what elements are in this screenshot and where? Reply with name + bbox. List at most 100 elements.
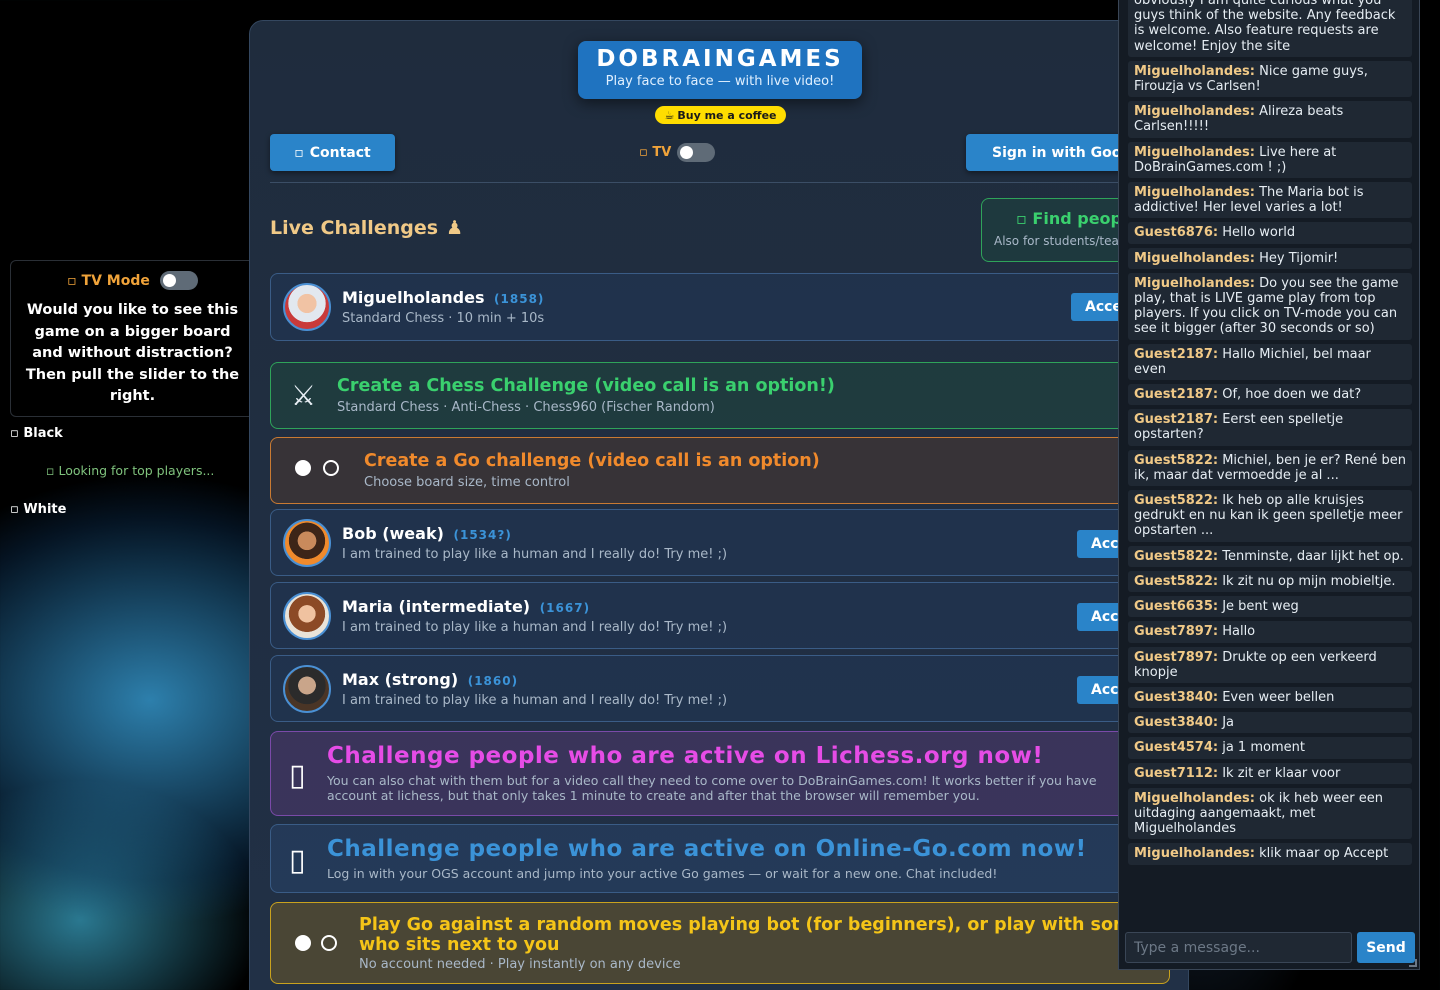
ogs-challenge-card[interactable]: ▯ Challenge people who are active on Onl…	[270, 824, 1170, 893]
chat-text: Ja	[1222, 715, 1235, 731]
chat-username: Miguelholandes:	[1134, 63, 1255, 79]
create-go-challenge[interactable]: Create a Go challenge (video call is an …	[270, 437, 1170, 504]
lichess-line-1: You can also chat with them but for a vi…	[327, 773, 1097, 788]
black-player-label: ▫ Black	[10, 426, 63, 441]
challenge-details: Standard Chess · 10 min + 10s	[342, 311, 545, 326]
live-challenge-card[interactable]: Miguelholandes (1858) Standard Chess · 1…	[270, 273, 1170, 341]
chat-username: Guest3840:	[1134, 715, 1219, 731]
tv-mode-header: ▫ TV Mode	[11, 271, 254, 290]
send-button[interactable]: Send	[1357, 932, 1415, 963]
tv-mode-label-text: TV Mode	[81, 272, 150, 289]
buy-coffee-button[interactable]: ☕ Buy me a coffee	[655, 106, 786, 124]
chat-username: Guest6635:	[1134, 599, 1219, 615]
chat-username: Guest3840:	[1134, 689, 1219, 705]
tv-mode-panel: ▫ TV Mode Would you like to see this gam…	[10, 260, 255, 417]
chat-username: Guest2187:	[1134, 387, 1219, 403]
chat-username: Miguelholandes:	[1134, 250, 1255, 266]
bot-rating: (1667)	[539, 601, 591, 615]
chat-message: Guest5822: Ik zit nu op mijn mobieltje.	[1128, 570, 1412, 593]
looking-status-text: Looking for top players...	[58, 463, 215, 478]
go-stones-icon	[295, 460, 339, 476]
pawn-icon: ♟	[446, 217, 464, 239]
chat-message: Guest6635: Je bent weg	[1128, 596, 1412, 618]
chat-message: Guest5822: Tenminste, daar lijkt het op.	[1128, 545, 1412, 567]
black-label-text: Black	[23, 426, 63, 441]
looking-status: ▫ Looking for top players...	[46, 463, 215, 478]
chat-username: Guest5822:	[1134, 493, 1219, 509]
live-challenges-text: Live Challenges	[270, 217, 439, 239]
chat-message: Guest7897: Drukte op een verkeerd knopje	[1128, 646, 1412, 683]
crossed-swords-icon: ⚔	[291, 379, 317, 412]
chat-text: Of, hoe doen we dat?	[1222, 387, 1362, 403]
tv-label: ▫ TV	[639, 145, 672, 160]
create-go-subtitle: Choose board size, time control	[364, 475, 570, 490]
chat-message: Guest2187: Of, hoe doen we dat?	[1128, 384, 1412, 406]
tv-mode-toggle[interactable]	[159, 271, 198, 290]
chat-message: obviously I am quite curious what you gu…	[1128, 0, 1412, 57]
chat-message-input[interactable]	[1125, 932, 1352, 963]
bot-description: I am trained to play like a human and I …	[342, 693, 728, 708]
bot-name-text: Max (strong)	[342, 670, 459, 689]
white-label-text: White	[23, 502, 67, 517]
chat-username: Guest4574:	[1134, 740, 1219, 756]
bot-card-maria[interactable]: Maria (intermediate) (1667) I am trained…	[270, 582, 1170, 649]
white-player-label: ▫ White	[10, 502, 67, 517]
logo-subtitle: Play face to face — with live video!	[605, 74, 835, 89]
chat-message: Guest4574: ja 1 moment	[1128, 737, 1412, 759]
chat-text: Ik zit nu op mijn mobieltje.	[1222, 573, 1396, 589]
lichess-title: Challenge people who are active on Liche…	[327, 743, 1044, 769]
chat-message-list[interactable]: obviously I am quite curious what you gu…	[1128, 0, 1412, 869]
chat-username: Guest2187:	[1134, 412, 1219, 428]
resize-handle[interactable]	[1409, 959, 1417, 967]
ogs-title: Challenge people who are active on Onlin…	[327, 836, 1087, 862]
chat-message: Miguelholandes: Nice game guys, Firouzja…	[1128, 60, 1412, 98]
chat-username: Miguelholandes:	[1134, 846, 1255, 862]
create-chess-challenge[interactable]: ⚔ Create a Chess Challenge (video call i…	[270, 362, 1170, 429]
lichess-icon: ▯	[289, 758, 306, 793]
contact-button[interactable]: ▫ Contact	[270, 134, 395, 171]
chat-username: Guest5822:	[1134, 573, 1219, 589]
ogs-subtitle: Log in with your OGS account and jump in…	[327, 866, 998, 881]
ogs-icon: ▯	[289, 843, 306, 878]
bot-card-bob[interactable]: Bob (weak) (1534?) I am trained to play …	[270, 509, 1170, 576]
bot-rating: (1860)	[467, 674, 519, 688]
header-divider	[270, 182, 1150, 183]
chat-username: Guest7112:	[1134, 765, 1219, 781]
chat-username: Guest5822:	[1134, 548, 1219, 564]
bot-description: I am trained to play like a human and I …	[342, 547, 728, 562]
live-challenges-title: Live Challenges ♟	[270, 217, 463, 239]
go-bot-card[interactable]: Play Go against a random moves playing b…	[270, 902, 1170, 984]
chat-message: Miguelholandes: klik maar op Accept	[1128, 843, 1412, 865]
chat-username: Miguelholandes:	[1134, 185, 1255, 201]
chat-message: Guest7112: Ik zit er klaar voor	[1128, 762, 1412, 784]
go-bot-title-2: who sits next to you	[359, 935, 560, 955]
chat-text: Ik zit er klaar voor	[1222, 765, 1341, 781]
chat-message: Miguelholandes: The Maria bot is addicti…	[1128, 182, 1412, 219]
chat-username: Guest7897:	[1134, 649, 1219, 665]
chat-text: obviously I am quite curious what you gu…	[1134, 0, 1396, 54]
bot-card-max[interactable]: Max (strong) (1860) I am trained to play…	[270, 655, 1170, 722]
tv-mode-description: Would you like to see this game on a big…	[25, 302, 240, 404]
avatar	[283, 283, 331, 331]
logo-title: DOBRAINGAMES	[596, 46, 844, 72]
mail-icon: ▫	[294, 144, 304, 161]
avatar	[283, 519, 331, 567]
chat-username: Guest6876:	[1134, 225, 1219, 241]
tv-toggle[interactable]	[677, 143, 716, 162]
chat-text: Hello world	[1222, 225, 1296, 241]
challenger-name-text: Miguelholandes	[342, 288, 485, 307]
chat-text: Je bent weg	[1222, 599, 1299, 615]
avatar	[283, 592, 331, 640]
site-logo[interactable]: DOBRAINGAMES Play face to face — with li…	[578, 41, 862, 99]
main-panel: DOBRAINGAMES Play face to face — with li…	[249, 20, 1189, 990]
tv-toggle-group: ▫ TV	[639, 143, 716, 162]
chat-username: Miguelholandes:	[1134, 275, 1255, 291]
chat-username: Miguelholandes:	[1134, 790, 1255, 806]
chat-text: klik maar op Accept	[1259, 846, 1389, 862]
chat-message: Miguelholandes: Hey Tijomir!	[1128, 247, 1412, 269]
create-chess-title: Create a Chess Challenge (video call is …	[337, 376, 835, 396]
chat-text: Hey Tijomir!	[1259, 250, 1339, 266]
lichess-challenge-card[interactable]: ▯ Challenge people who are active on Lic…	[270, 731, 1170, 816]
chat-message: Miguelholandes: Do you see the game play…	[1128, 272, 1412, 340]
chat-text: Tenminste, daar lijkt het op.	[1222, 548, 1404, 564]
